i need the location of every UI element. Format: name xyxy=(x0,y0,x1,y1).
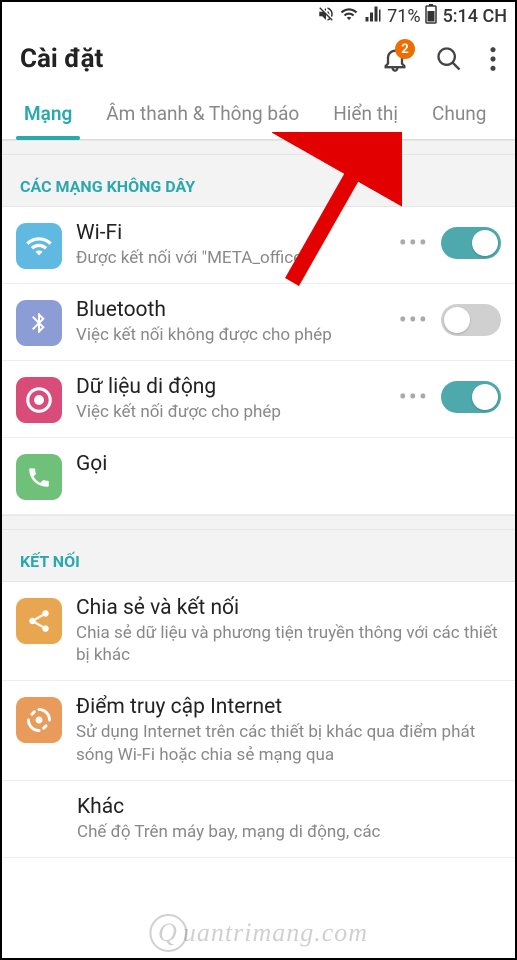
item-title: Gọi xyxy=(76,452,501,476)
search-button[interactable] xyxy=(435,45,463,73)
item-title: Khác xyxy=(77,795,501,819)
more-icon[interactable]: ••• xyxy=(399,308,429,332)
section-header-wireless: CÁC MẠNG KHÔNG DÂY xyxy=(2,154,515,207)
wifi-toggle[interactable] xyxy=(441,227,501,259)
signal-icon xyxy=(363,5,383,28)
tab-general[interactable]: Chung xyxy=(424,90,494,139)
notifications-button[interactable]: 2 xyxy=(381,45,409,73)
section-gap xyxy=(2,515,515,529)
item-other[interactable]: Khác Chế độ Trên máy bay, mạng di động, … xyxy=(2,781,515,858)
more-icon[interactable]: ••• xyxy=(399,385,429,409)
item-title: Điểm truy cập Internet xyxy=(76,695,501,719)
watermark: Quantrimang.com xyxy=(149,914,368,952)
item-title: Chia sẻ và kết nối xyxy=(76,596,501,620)
item-sub: Việc kết nối được cho phép xyxy=(76,401,385,423)
bluetooth-icon xyxy=(16,300,62,346)
section-header-connect: KẾT NỐI xyxy=(2,529,515,582)
item-title: Bluetooth xyxy=(76,298,385,322)
item-bluetooth[interactable]: Bluetooth Việc kết nối không được cho ph… xyxy=(2,284,515,361)
status-bar: 71% 5:14 CH xyxy=(2,2,515,30)
item-share-connect[interactable]: Chia sẻ và kết nối Chia sẻ dữ liệu và ph… xyxy=(2,582,515,681)
wifi-icon xyxy=(339,5,359,28)
tab-bar: Mạng Âm thanh & Thông báo Hiển thị Chung xyxy=(2,90,515,140)
item-sub: Chia sẻ dữ liệu và phương tiện truyền th… xyxy=(76,622,501,666)
hotspot-icon xyxy=(16,697,62,743)
phone-icon xyxy=(16,454,62,500)
clock-time: 5:14 CH xyxy=(443,6,507,27)
more-icon[interactable]: ••• xyxy=(399,231,429,255)
tab-network[interactable]: Mạng xyxy=(16,90,80,139)
tab-display[interactable]: Hiển thị xyxy=(325,90,406,139)
page-title: Cài đặt xyxy=(20,44,103,74)
item-mobile-data[interactable]: Dữ liệu di động Việc kết nối được cho ph… xyxy=(2,361,515,438)
item-wifi[interactable]: Wi-Fi Được kết nối với "META_office" ••• xyxy=(2,207,515,284)
wifi-icon xyxy=(16,223,62,269)
mute-icon xyxy=(317,5,335,28)
share-icon xyxy=(16,598,62,644)
item-sub: Được kết nối với "META_office" xyxy=(76,247,385,269)
battery-icon xyxy=(425,4,437,29)
tab-sound[interactable]: Âm thanh & Thông báo xyxy=(98,90,307,139)
bluetooth-toggle[interactable] xyxy=(441,304,501,336)
item-sub: Việc kết nối không được cho phép xyxy=(76,324,385,346)
battery-percent: 71% xyxy=(387,6,420,27)
section-gap xyxy=(2,140,515,154)
item-call[interactable]: Gọi xyxy=(2,438,515,515)
mobiledata-icon xyxy=(16,377,62,423)
item-title: Dữ liệu di động xyxy=(76,375,385,399)
app-header: Cài đặt 2 xyxy=(2,30,515,90)
mobiledata-toggle[interactable] xyxy=(441,381,501,413)
item-hotspot[interactable]: Điểm truy cập Internet Sử dụng Internet … xyxy=(2,681,515,780)
item-sub: Chế độ Trên máy bay, mạng di động, các xyxy=(77,821,501,843)
item-sub: Sử dụng Internet trên các thiết bị khác … xyxy=(76,721,501,765)
more-button[interactable] xyxy=(489,45,497,73)
notifications-badge: 2 xyxy=(395,39,415,59)
item-title: Wi-Fi xyxy=(76,221,385,245)
